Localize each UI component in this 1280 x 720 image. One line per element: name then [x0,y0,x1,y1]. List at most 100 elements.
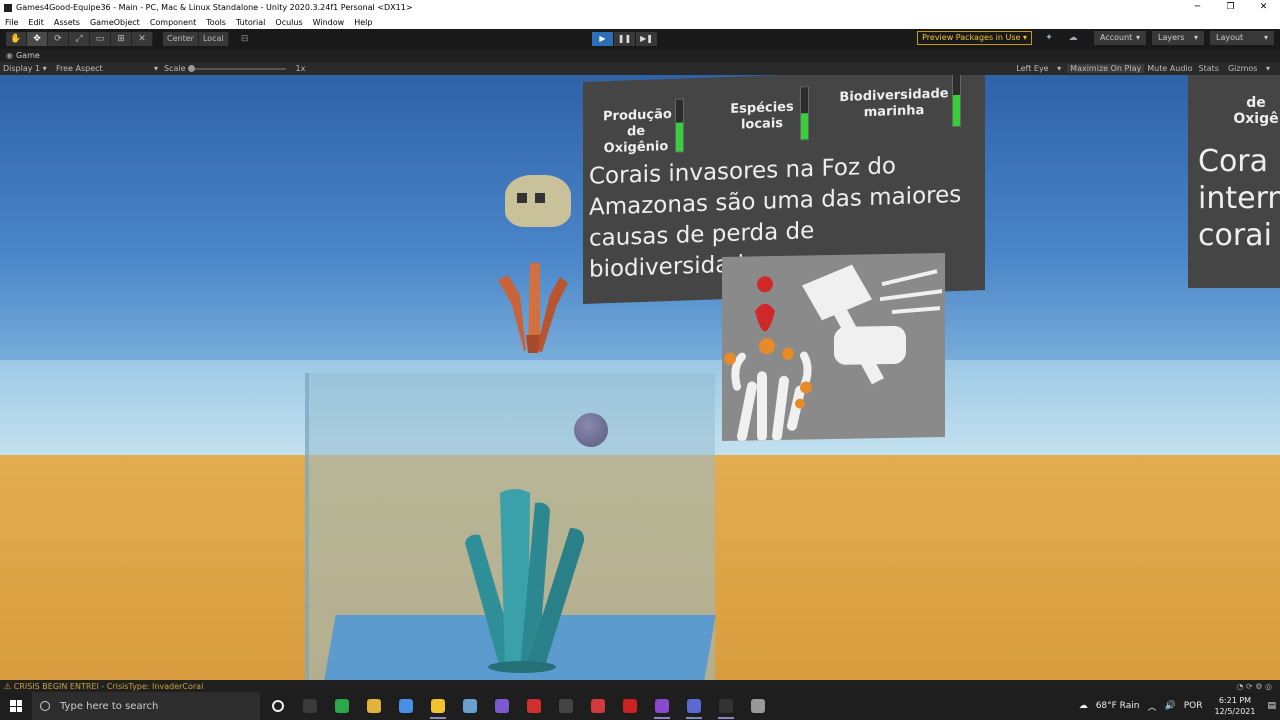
account-dropdown[interactable]: Account ▾ [1094,31,1146,45]
secondary-info-panel: de Oxigê Cora intern corai [1188,75,1280,288]
action-card[interactable] [722,253,945,442]
cloud-icon[interactable]: ☁ [1064,31,1082,45]
notification-icon[interactable]: ▤ [1267,701,1276,711]
pivot-center-button[interactable]: Center [163,32,199,46]
minimize-button[interactable]: ─ [1181,0,1214,15]
pause-button[interactable]: ❚❚ [614,32,635,46]
app-tile [463,699,477,713]
left-eye-dropdown[interactable]: Left Eye ▾ [1010,64,1067,73]
collab-icon[interactable]: ✦ [1040,31,1058,45]
preview-packages-button[interactable]: Preview Packages in Use ▾ [917,31,1032,45]
game-tab[interactable]: ◉ Game [0,49,1280,62]
game-viewport[interactable]: Produção de Oxigênio Espécies locais Bio… [0,75,1280,680]
pivot-local-button[interactable]: Local [198,32,229,46]
app-tile [623,699,637,713]
menu-gameobject[interactable]: GameObject [85,18,145,27]
visual-studio-icon[interactable] [648,692,676,720]
biodiversity-meter-bar [952,75,961,128]
local-species-meter-label: Espécies locais [730,99,794,133]
menu-tools[interactable]: Tools [201,18,231,27]
cortana-icon[interactable] [264,692,292,720]
gizmos-dropdown[interactable]: Gizmos ▾ [1222,64,1276,73]
maximize-on-play-toggle[interactable]: Maximize On Play [1067,64,1145,73]
hand-tool-icon[interactable]: ✋ [6,32,27,46]
unity-hub-icon[interactable] [712,692,740,720]
chrome-icon[interactable] [392,692,420,720]
language-indicator[interactable]: POR [1184,701,1203,711]
menu-component[interactable]: Component [145,18,201,27]
oculus-icon[interactable] [552,692,580,720]
discord-icon[interactable] [488,692,516,720]
app-icon-6[interactable] [456,692,484,720]
menu-file[interactable]: File [0,18,23,27]
local-species-meter-bar [800,86,809,141]
meter-fill [801,113,808,140]
window-title: Games4Good-Equipe36 - Main - PC, Mac & L… [16,3,413,12]
weather-text[interactable]: 68°F Rain [1096,701,1140,711]
app-icon-10[interactable] [584,692,612,720]
play-controls: ▶ ❚❚ ▶❚ [592,32,658,46]
windows-taskbar: Type here to search ☁ 68°F Rain ︿ 🔊 POR … [0,692,1280,720]
acrobat-icon[interactable] [616,692,644,720]
rotate-tool-icon[interactable]: ⟳ [48,32,69,46]
oxygen-meter-label: Produção de Oxigênio [603,106,672,157]
mute-audio-toggle[interactable]: Mute Audio [1144,64,1195,73]
display-dropdown[interactable]: Display 1 ▾ [3,64,47,73]
chevron-down-icon: ▾ [42,64,47,73]
oxygen-meter-bar [675,98,684,153]
sticky-notes-icon[interactable] [424,692,452,720]
grid-snap-icon[interactable]: ⊟ [237,32,253,46]
close-button[interactable]: ✕ [1247,0,1280,15]
menu-help[interactable]: Help [349,18,377,27]
spotify-icon[interactable] [328,692,356,720]
scale-tool-icon[interactable]: ⤢ [69,32,90,46]
teal-coral-model [465,489,585,673]
chevron-down-icon: ▾ [1193,33,1198,42]
layers-dropdown[interactable]: Layers ▾ [1152,31,1204,45]
app-icon-13[interactable] [680,692,708,720]
move-tool-icon[interactable]: ✥ [27,32,48,46]
app-icon-8[interactable] [520,692,548,720]
clock-time: 6:21 PM [1218,696,1252,705]
clock[interactable]: 6:21 PM 12/5/2021 [1214,695,1255,717]
taskbar-search[interactable]: Type here to search [32,692,260,720]
custom-tool-icon[interactable]: ✕ [132,32,153,46]
maximize-button[interactable]: ❐ [1214,0,1247,15]
skull-model [505,175,571,227]
chevron-down-icon: ▾ [1135,33,1140,42]
step-button[interactable]: ▶❚ [636,32,657,46]
tray-chevron-icon[interactable]: ︿ [1147,700,1156,713]
unity-icon [4,3,12,12]
transform-tool-icon[interactable]: ⊞ [111,32,132,46]
meter-fill [953,94,960,127]
hammer-coral-illustration [724,264,943,442]
scale-slider[interactable] [187,64,286,72]
menu-oculus[interactable]: Oculus [270,18,307,27]
scale-value: 1x [295,64,306,73]
console-status-bar[interactable]: ⚠ CRISIS BEGIN ENTREI - CrisisType: Inva… [0,680,1280,692]
task-view-icon[interactable] [296,692,324,720]
menu-edit[interactable]: Edit [23,18,49,27]
app-tile [559,699,573,713]
layout-dropdown[interactable]: Layout ▾ [1210,31,1274,45]
app-tile [335,699,349,713]
rect-tool-icon[interactable]: ▭ [90,32,111,46]
menu-tutorial[interactable]: Tutorial [231,18,270,27]
start-button[interactable] [0,692,32,720]
unity-icon[interactable] [744,692,772,720]
weather-icon: ☁ [1078,701,1088,711]
window-titlebar: Games4Good-Equipe36 - Main - PC, Mac & L… [0,0,1280,15]
app-tile [591,699,605,713]
file-explorer-icon[interactable] [360,692,388,720]
system-tray: ☁ 68°F Rain ︿ 🔊 POR 6:21 PM 12/5/2021 ▤ [1075,692,1280,720]
app-tile [687,699,701,713]
play-button[interactable]: ▶ [592,32,613,46]
aspect-dropdown[interactable]: Free Aspect ▾ [56,64,158,73]
menu-window[interactable]: Window [308,18,350,27]
sphere-object[interactable] [574,413,608,447]
volume-icon[interactable]: 🔊 [1164,701,1175,711]
menu-assets[interactable]: Assets [49,18,85,27]
windows-logo-icon [10,700,22,712]
scale-slider-handle[interactable] [187,64,195,72]
stats-toggle[interactable]: Stats [1196,64,1222,73]
